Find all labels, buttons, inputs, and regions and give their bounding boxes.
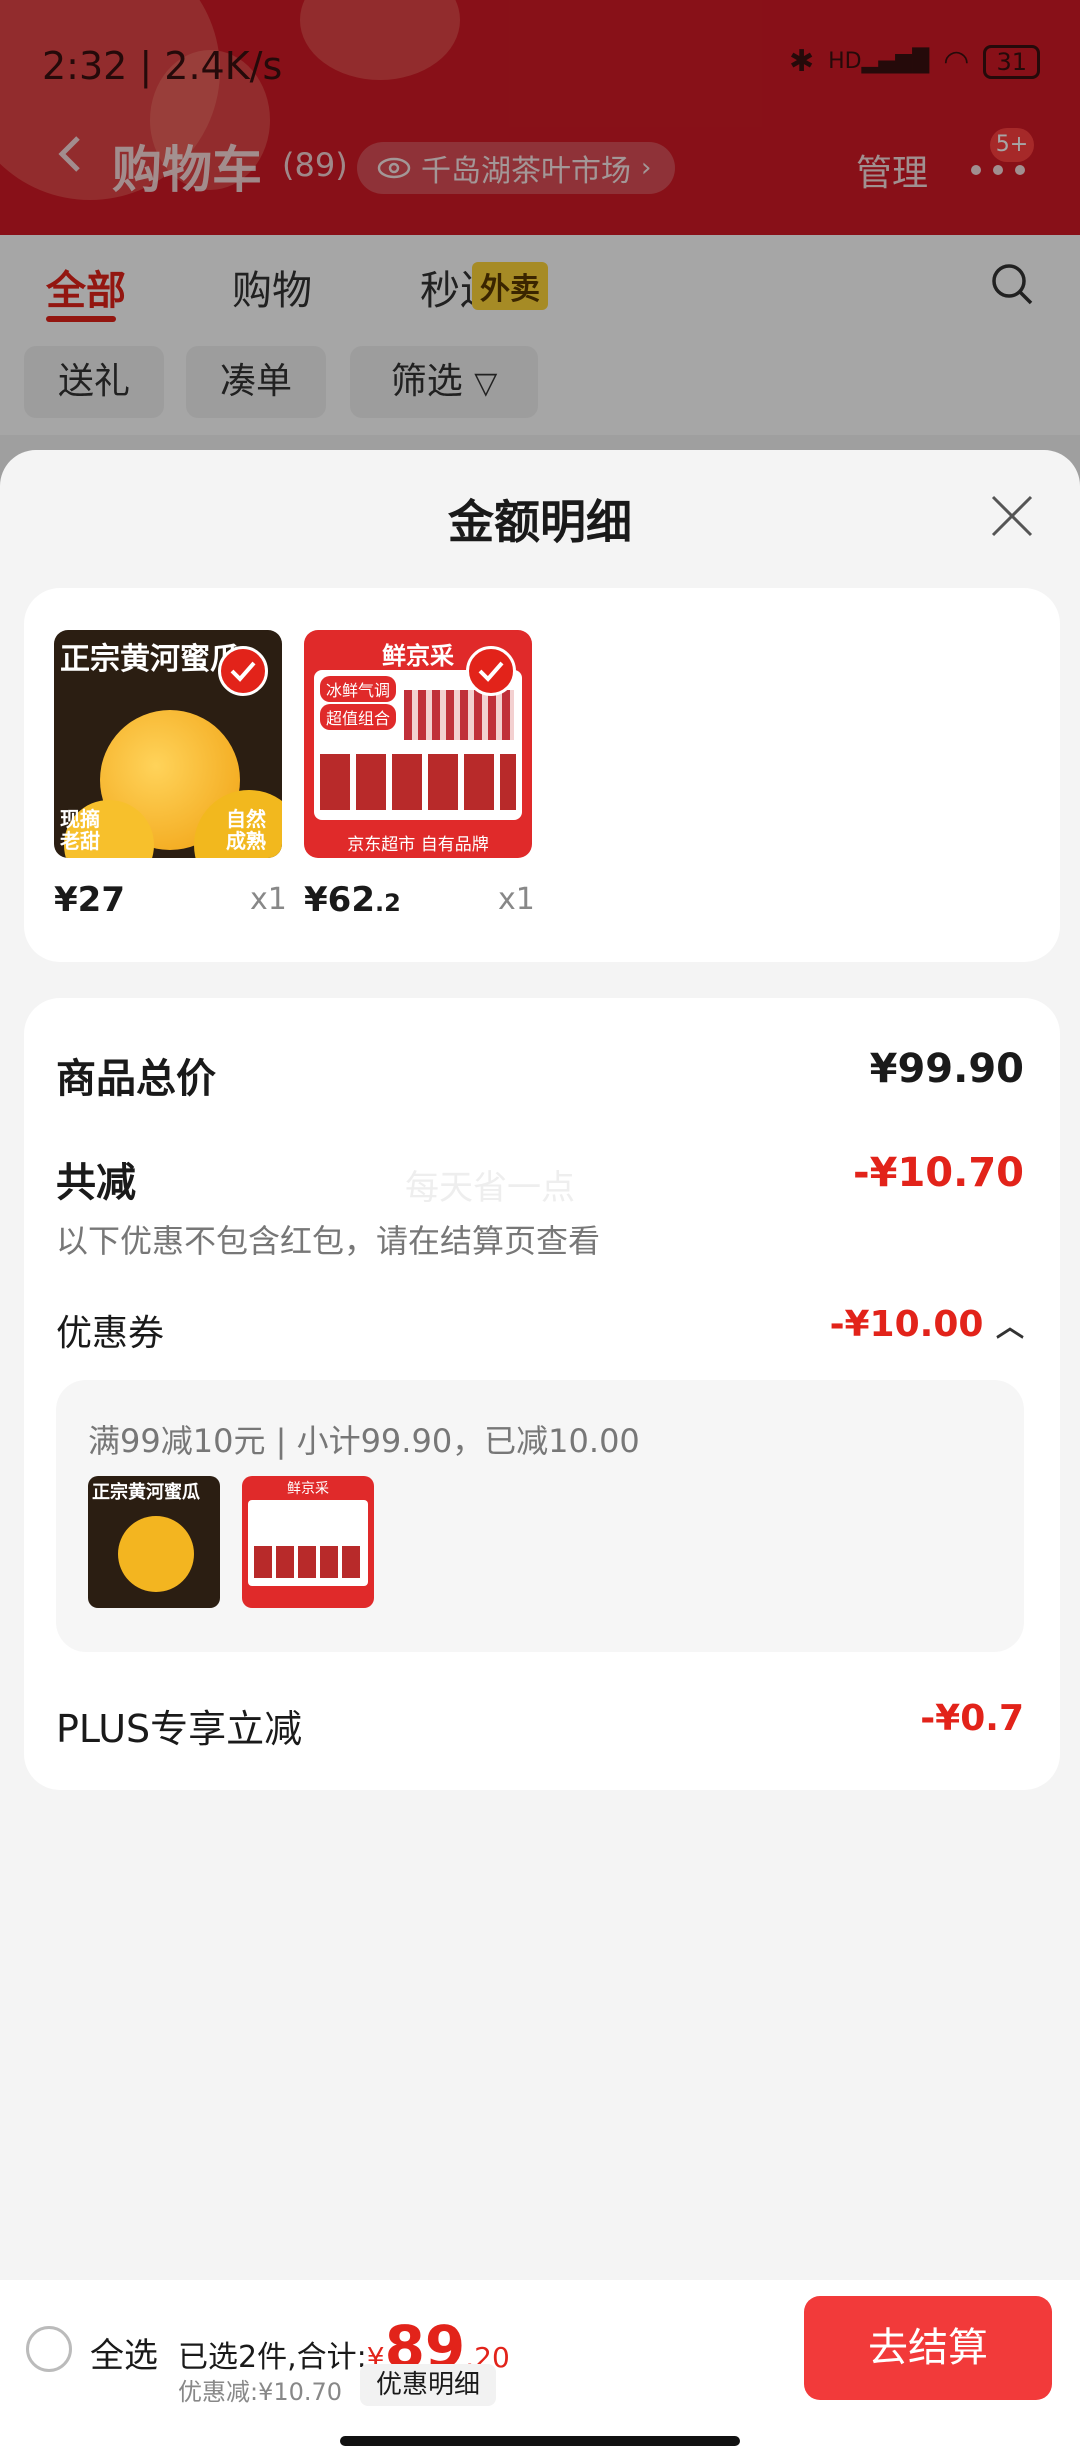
close-icon[interactable]	[990, 494, 1034, 538]
item-qty: x1	[498, 882, 535, 917]
meat-tag: 冰鲜气调	[320, 676, 397, 702]
discount-label: 共减	[56, 1160, 136, 1206]
meat-image	[404, 690, 514, 740]
selected-check-icon	[218, 646, 268, 696]
coupon-detail: 满99减10元 | 小计99.90，已减10.00	[88, 1422, 640, 1460]
discount-note: 以下优惠不包含红包，请在结算页查看	[56, 1222, 601, 1260]
meat-image	[320, 754, 516, 810]
plus-value: -¥0.7	[920, 1698, 1024, 1739]
saved-amount: 优惠减:¥10.70	[178, 2378, 343, 2406]
coupon-item-thumb-meat: 鲜京采	[242, 1476, 374, 1608]
discount-value: -¥10.70	[853, 1150, 1024, 1196]
coupon-value: -¥10.00	[829, 1304, 984, 1345]
coupon-label: 优惠券	[56, 1313, 165, 1354]
item-price-decimal: .2	[374, 889, 401, 917]
coupon-item-thumb-melon: 正宗黄河蜜瓜	[88, 1476, 220, 1608]
home-indicator[interactable]	[340, 2436, 740, 2446]
coupon-toggle[interactable]: -¥10.00 ︿	[830, 1304, 1024, 1345]
item-price-main: ¥62	[304, 880, 375, 920]
item-qty: x1	[250, 882, 287, 917]
melon-tag-right: 自然成熟	[226, 807, 266, 853]
select-all-label[interactable]: 全选	[90, 2328, 158, 2377]
meat-image	[248, 1500, 368, 1586]
item-price: ¥62.2	[304, 880, 401, 920]
melon-tag-left: 现摘老甜	[60, 807, 100, 853]
selected-check-icon	[466, 646, 516, 696]
discount-detail-button[interactable]: 优惠明细	[360, 2364, 497, 2406]
melon-title-small: 正宗黄河蜜瓜	[92, 1482, 200, 1503]
total-value: ¥99.90	[869, 1046, 1024, 1092]
item-price: ¥27	[54, 880, 125, 920]
meat-tag: 超值组合	[320, 704, 397, 730]
summary-text: 已选2件,合计:	[178, 2340, 367, 2375]
watermark-text: 每天省一点	[405, 1168, 575, 1208]
melon-image	[118, 1516, 194, 1592]
select-all-checkbox[interactable]	[26, 2326, 72, 2372]
sheet-title: 金额明细	[448, 495, 632, 549]
meat-brand-small: 鲜京采	[287, 1481, 329, 1497]
meat-footer: 京东超市 自有品牌	[347, 835, 489, 855]
plus-label: PLUS专享立减	[56, 1707, 303, 1751]
melon-title: 正宗黄河蜜瓜	[60, 642, 240, 677]
chevron-up-icon: ︿	[995, 1310, 1024, 1343]
total-label: 商品总价	[56, 1056, 216, 1102]
checkout-button[interactable]: 去结算	[804, 2296, 1052, 2400]
